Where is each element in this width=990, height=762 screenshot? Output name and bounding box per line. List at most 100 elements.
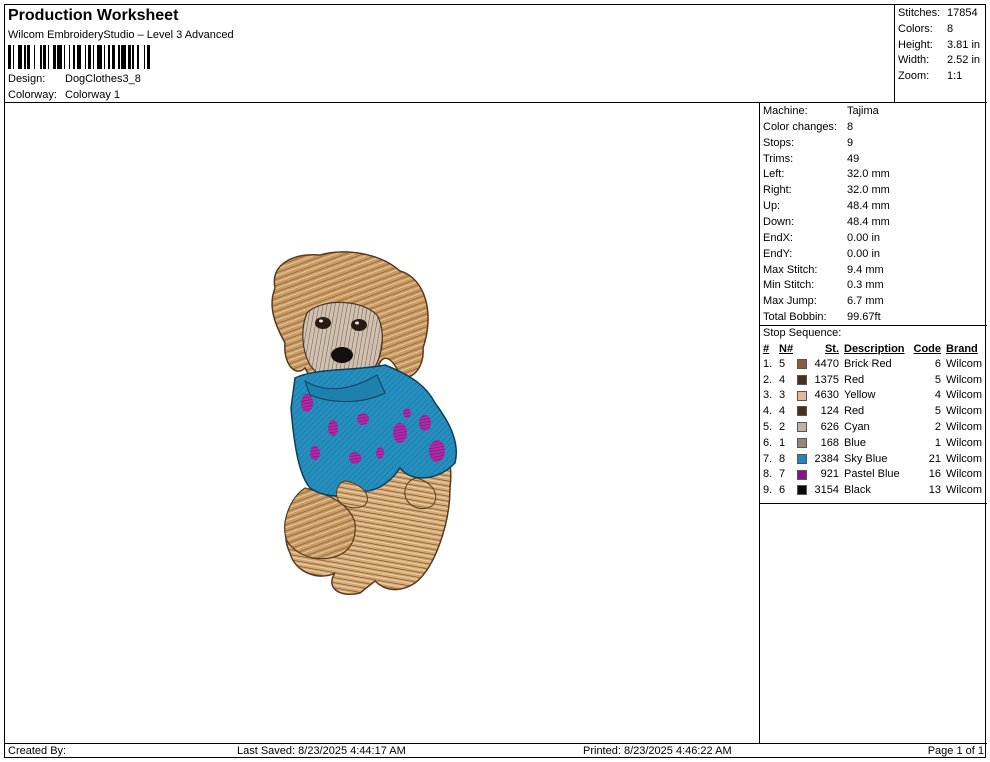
row-brand: Wilcom: [946, 452, 983, 465]
row-needle: 6: [779, 484, 786, 497]
row-index: 9.: [763, 484, 773, 497]
row-brand: Wilcom: [946, 373, 983, 386]
row-index: 4.: [763, 405, 773, 418]
row-description: Blue: [844, 436, 867, 449]
table-row: 5. 2 626 Cyan 2 Wilcom: [762, 419, 984, 435]
col-header-code: Code: [913, 342, 942, 355]
info-row: Left: 32.0 mm: [763, 168, 890, 180]
info-value: 48.4 mm: [847, 200, 890, 213]
color-swatch: [797, 374, 807, 385]
info-row: Max Stitch: 9.4 mm: [763, 264, 884, 276]
row-stitches: 2384: [814, 452, 839, 465]
color-swatch: [797, 406, 807, 417]
colorway-row: Colorway: Colorway 1: [8, 89, 120, 101]
divider: [760, 503, 987, 504]
stat-value: 3.81 in: [947, 38, 981, 51]
info-value: 9.4 mm: [847, 263, 884, 276]
design-label: Design:: [8, 73, 46, 85]
colorway-label: Colorway:: [8, 89, 57, 101]
stat-value: 2.52 in: [947, 54, 981, 67]
info-label: Down:: [763, 215, 795, 228]
row-index: 1.: [763, 357, 773, 370]
info-row: EndX: 0.00 in: [763, 232, 880, 244]
info-label: Left:: [763, 168, 785, 181]
color-swatch: [797, 485, 807, 496]
row-code: 21: [928, 452, 941, 465]
info-label: Up:: [763, 200, 781, 213]
colorway-value: Colorway 1: [65, 89, 121, 101]
row-needle: 2: [779, 421, 786, 434]
row-description: Red: [844, 373, 865, 386]
row-stitches: 4470: [814, 357, 839, 370]
row-brand: Wilcom: [946, 389, 983, 402]
table-row: 6. 1 168 Blue 1 Wilcom: [762, 435, 984, 451]
row-description: Red: [844, 405, 865, 418]
col-header-number: N#: [779, 342, 794, 355]
stat-row: Colors: 8: [898, 23, 953, 35]
row-description: Cyan: [844, 421, 870, 434]
row-code: 4: [934, 389, 941, 402]
divider: [760, 325, 987, 326]
info-label: Right:: [763, 184, 792, 197]
info-value: Tajima: [847, 105, 879, 117]
worksheet-frame: Production Worksheet Wilcom EmbroiderySt…: [4, 4, 987, 759]
info-row: Total Bobbin: 99.67ft: [763, 311, 881, 323]
info-row: Up: 48.4 mm: [763, 200, 890, 212]
embroidery-dog-image: [271, 251, 457, 595]
row-needle: 8: [779, 452, 786, 465]
row-code: 13: [928, 484, 941, 497]
info-label: Trims:: [763, 152, 794, 165]
info-row: Min Stitch: 0.3 mm: [763, 279, 884, 291]
row-brand: Wilcom: [946, 421, 983, 434]
info-label: Max Stitch:: [763, 263, 818, 276]
row-index: 8.: [763, 468, 773, 481]
info-label: Stops:: [763, 136, 795, 149]
info-label: EndX:: [763, 231, 793, 244]
stop-sequence-table: # N# St. Description Code Brand 1. 5 4470 B…: [762, 341, 984, 498]
row-index: 6.: [763, 436, 773, 449]
col-header-brand: Brand: [946, 342, 978, 355]
row-stitches: 168: [820, 436, 839, 449]
info-value: 32.0 mm: [847, 184, 890, 197]
worksheet-footer: Created By: Last Saved: 8/23/2025 4:44:1…: [5, 743, 987, 759]
row-code: 2: [934, 421, 941, 434]
info-row: Down: 48.4 mm: [763, 216, 890, 228]
color-swatch: [797, 437, 807, 448]
design-preview: [5, 103, 760, 743]
info-value: 48.4 mm: [847, 215, 890, 228]
row-description: Sky Blue: [844, 452, 888, 465]
stat-label: Colors:: [898, 22, 933, 35]
row-description: Pastel Blue: [844, 468, 900, 481]
row-index: 5.: [763, 421, 773, 434]
info-value: 49: [847, 152, 860, 165]
info-value: 0.00 in: [847, 231, 881, 244]
table-row: 8. 7 921 Pastel Blue 16 Wilcom: [762, 467, 984, 483]
info-row: Stops: 9: [763, 137, 853, 149]
row-code: 1: [934, 436, 941, 449]
info-value: 0.00 in: [847, 247, 881, 260]
info-label: Total Bobbin:: [763, 311, 827, 324]
info-value: 6.7 mm: [847, 295, 884, 308]
info-row: Max Jump: 6.7 mm: [763, 295, 884, 307]
color-swatch: [797, 422, 807, 433]
stat-row: Stitches: 17854: [898, 7, 978, 19]
row-code: 5: [934, 405, 941, 418]
info-value: 9: [847, 136, 854, 149]
stat-label: Stitches:: [898, 7, 941, 19]
page-title: Production Worksheet: [8, 7, 179, 24]
design-row: Design: DogClothes3_8: [8, 73, 141, 85]
info-label: EndY:: [763, 247, 793, 260]
row-needle: 4: [779, 405, 786, 418]
table-header-row: # N# St. Description Code Brand: [762, 341, 984, 356]
table-row: 7. 8 2384 Sky Blue 21 Wilcom: [762, 451, 984, 467]
row-description: Yellow: [844, 389, 876, 402]
table-row: 4. 4 124 Red 5 Wilcom: [762, 403, 984, 419]
created-by: Created By:: [8, 745, 67, 757]
stat-value: 17854: [947, 7, 978, 19]
row-stitches: 4630: [814, 389, 839, 402]
col-header-index: #: [763, 342, 770, 355]
stat-row: Zoom: 1:1: [898, 70, 962, 82]
info-row: Color changes: 8: [763, 121, 853, 133]
color-swatch: [797, 453, 807, 464]
row-needle: 4: [779, 373, 786, 386]
